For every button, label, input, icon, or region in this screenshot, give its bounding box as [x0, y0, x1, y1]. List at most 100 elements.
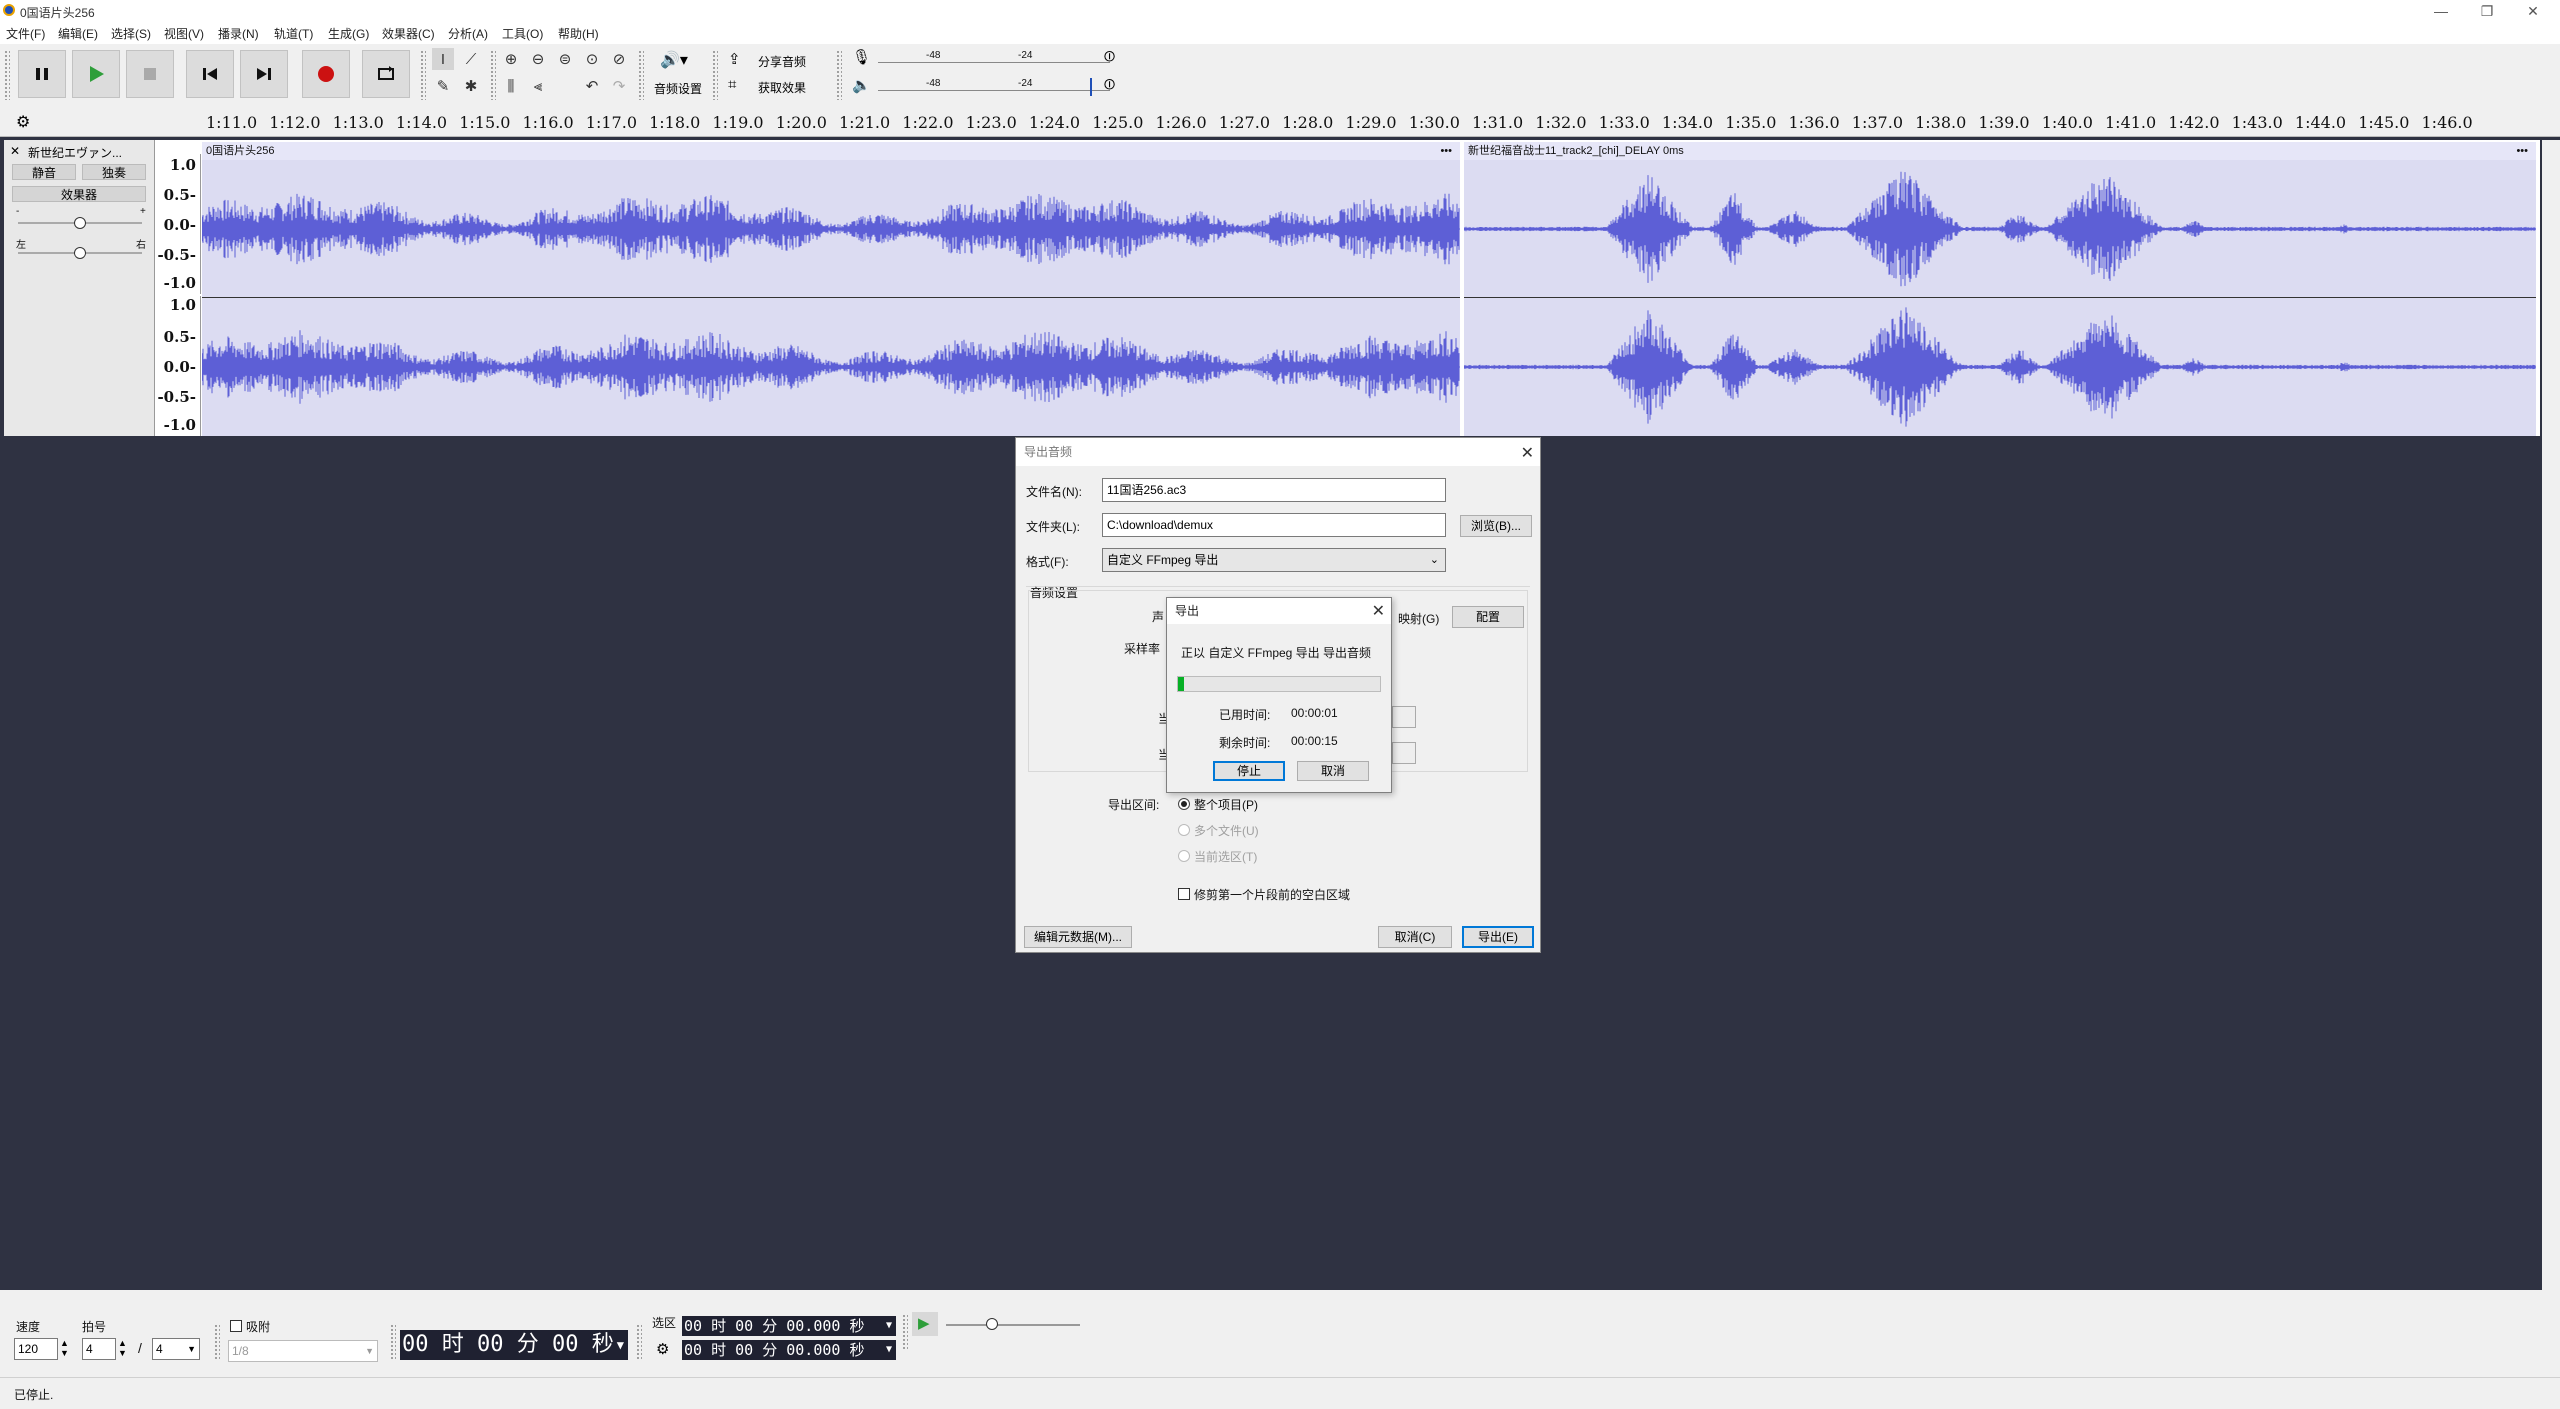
fit-project-button[interactable]: ⊙: [581, 48, 603, 70]
audio-setup-button[interactable]: 🔊▾ 音频设置: [650, 48, 708, 100]
zoom-toggle-button[interactable]: ⊘: [608, 48, 630, 70]
cancel-button[interactable]: 取消(C): [1378, 926, 1452, 948]
menu-help[interactable]: 帮助(H): [558, 25, 599, 42]
toolbar-grip[interactable]: [638, 50, 644, 100]
menu-edit[interactable]: 编辑(E): [58, 25, 98, 42]
selection-end-time[interactable]: 00 时 00 分 00.000 秒 ▼: [682, 1340, 896, 1360]
range-multiple-files-radio[interactable]: [1178, 824, 1190, 836]
playback-volume-icon[interactable]: ⏼: [1104, 76, 1115, 93]
menu-view[interactable]: 视图(V): [164, 25, 204, 42]
toolbar-grip[interactable]: [390, 1324, 396, 1360]
gain-slider-thumb[interactable]: [74, 217, 86, 229]
export-button[interactable]: 导出(E): [1462, 926, 1534, 948]
track-close-icon[interactable]: ✕: [10, 144, 20, 158]
vertical-scrollbar[interactable]: [2542, 140, 2560, 1290]
menu-effects[interactable]: 效果器(C): [382, 25, 435, 42]
filename-input[interactable]: 11国语256.ac3: [1102, 478, 1446, 502]
timeline-ruler[interactable]: ⚙ 1:11.0 1:12.0 1:13.0 1:14.0 1:15.0 1:16.0 1:…: [0, 106, 2560, 137]
clip-menu-button[interactable]: •••: [2516, 142, 2528, 160]
skip-to-end-button[interactable]: [240, 50, 288, 98]
trim-button[interactable]: ⫼: [500, 75, 522, 97]
menu-select[interactable]: 选择(S): [111, 25, 151, 42]
tempo-input[interactable]: 120: [14, 1338, 58, 1360]
range-whole-project-radio[interactable]: [1178, 798, 1190, 810]
menu-tracks[interactable]: 轨道(T): [274, 25, 313, 42]
configure-button[interactable]: 配置: [1452, 606, 1524, 628]
mute-button[interactable]: 静音: [12, 164, 76, 180]
menu-file[interactable]: 文件(F): [6, 25, 45, 42]
cancel-button[interactable]: 取消: [1297, 761, 1369, 781]
toolbar-grip[interactable]: [902, 1314, 908, 1350]
redo-button[interactable]: ↷: [608, 75, 630, 97]
silence-button[interactable]: ⫷: [527, 75, 549, 97]
toolbar-grip[interactable]: [490, 50, 496, 100]
zoom-in-button[interactable]: ⊕: [500, 48, 522, 70]
toolbar-grip[interactable]: [836, 50, 842, 100]
solo-button[interactable]: 独奏: [82, 164, 146, 180]
snap-select[interactable]: 1/8 ▼: [228, 1340, 378, 1362]
skip-to-start-button[interactable]: [186, 50, 234, 98]
get-effects-button[interactable]: ⌗ 获取效果: [724, 74, 814, 98]
mapping-label[interactable]: 映射(G): [1398, 610, 1439, 627]
draw-tool-button[interactable]: ✎: [432, 75, 454, 97]
record-button[interactable]: [302, 50, 350, 98]
toolbar-grip[interactable]: [420, 50, 426, 100]
clip-header[interactable]: 0国语片头256 •••: [202, 142, 1460, 160]
play-button[interactable]: [72, 50, 120, 98]
fit-selection-button[interactable]: ⊜: [554, 48, 576, 70]
edit-metadata-button[interactable]: 编辑元数据(M)...: [1024, 926, 1132, 948]
range-multiple-files-label[interactable]: 多个文件(U): [1194, 822, 1259, 839]
partially-hidden-field[interactable]: [1392, 742, 1416, 764]
pan-slider-thumb[interactable]: [74, 247, 86, 259]
multi-tool-button[interactable]: ✱: [460, 75, 482, 97]
selection-start-time[interactable]: 00 时 00 分 00.000 秒 ▼: [682, 1316, 896, 1336]
menu-transport[interactable]: 播录(N): [218, 25, 259, 42]
zoom-out-button[interactable]: ⊖: [527, 48, 549, 70]
range-current-selection-label[interactable]: 当前选区(T): [1194, 848, 1257, 865]
undo-button[interactable]: ↶: [581, 75, 603, 97]
loop-button[interactable]: [362, 50, 410, 98]
close-button[interactable]: ✕: [2510, 0, 2556, 22]
audio-clip[interactable]: 0国语片头256 •••: [202, 142, 1460, 436]
menu-generate[interactable]: 生成(G): [328, 25, 369, 42]
format-select[interactable]: 自定义 FFmpeg 导出 ⌄: [1102, 548, 1446, 572]
stop-button[interactable]: [126, 50, 174, 98]
selection-tool-button[interactable]: I: [432, 48, 454, 70]
toolbar-grip[interactable]: [4, 50, 10, 100]
playback-meter[interactable]: -48 -24: [878, 78, 1110, 96]
beat-lower-select[interactable]: 4 ▼: [152, 1338, 200, 1360]
play-at-speed-button[interactable]: ▶: [912, 1312, 938, 1336]
record-volume-icon[interactable]: ⏼: [1104, 48, 1115, 65]
envelope-tool-button[interactable]: ⟋: [460, 48, 482, 70]
beat-spin-icon[interactable]: ▲ ▼: [118, 1338, 127, 1358]
menu-tools[interactable]: 工具(O): [502, 25, 543, 42]
beat-upper-input[interactable]: 4: [82, 1338, 116, 1360]
record-meter[interactable]: -48 -24: [878, 50, 1110, 68]
toolbar-grip[interactable]: [636, 1324, 642, 1360]
clip-menu-button[interactable]: •••: [1440, 142, 1452, 160]
toolbar-grip[interactable]: [214, 1324, 220, 1360]
menu-analyze[interactable]: 分析(A): [448, 25, 488, 42]
range-current-selection-radio[interactable]: [1178, 850, 1190, 862]
trim-blank-checkbox[interactable]: [1178, 888, 1190, 900]
trim-blank-label[interactable]: 修剪第一个片段前的空白区域: [1194, 886, 1350, 903]
share-audio-button[interactable]: ⇪ 分享音频: [724, 48, 814, 72]
audio-clip[interactable]: 新世纪福音战士11_track2_[chi]_DELAY 0ms •••: [1464, 142, 2536, 436]
speed-slider-thumb[interactable]: [986, 1318, 998, 1330]
tempo-spin-icon[interactable]: ▲ ▼: [60, 1338, 69, 1358]
selection-settings-icon[interactable]: ⚙: [656, 1340, 669, 1358]
toolbar-grip[interactable]: [712, 50, 718, 100]
browse-button[interactable]: 浏览(B)...: [1460, 515, 1532, 537]
range-whole-project-label[interactable]: 整个项目(P): [1194, 796, 1258, 813]
track-name[interactable]: 新世纪エヴァン...: [28, 144, 122, 161]
clip-header[interactable]: 新世纪福音战士11_track2_[chi]_DELAY 0ms •••: [1464, 142, 2536, 160]
close-icon[interactable]: ✕: [1521, 440, 1534, 468]
snap-checkbox[interactable]: [230, 1320, 242, 1332]
stop-button[interactable]: 停止: [1213, 761, 1285, 781]
close-icon[interactable]: ✕: [1372, 599, 1385, 625]
playback-speed-slider[interactable]: [946, 1324, 1080, 1326]
restore-button[interactable]: ❐: [2464, 0, 2510, 22]
minimize-button[interactable]: —: [2418, 0, 2464, 22]
pause-button[interactable]: [18, 50, 66, 98]
folder-input[interactable]: C:\download\demux: [1102, 513, 1446, 537]
